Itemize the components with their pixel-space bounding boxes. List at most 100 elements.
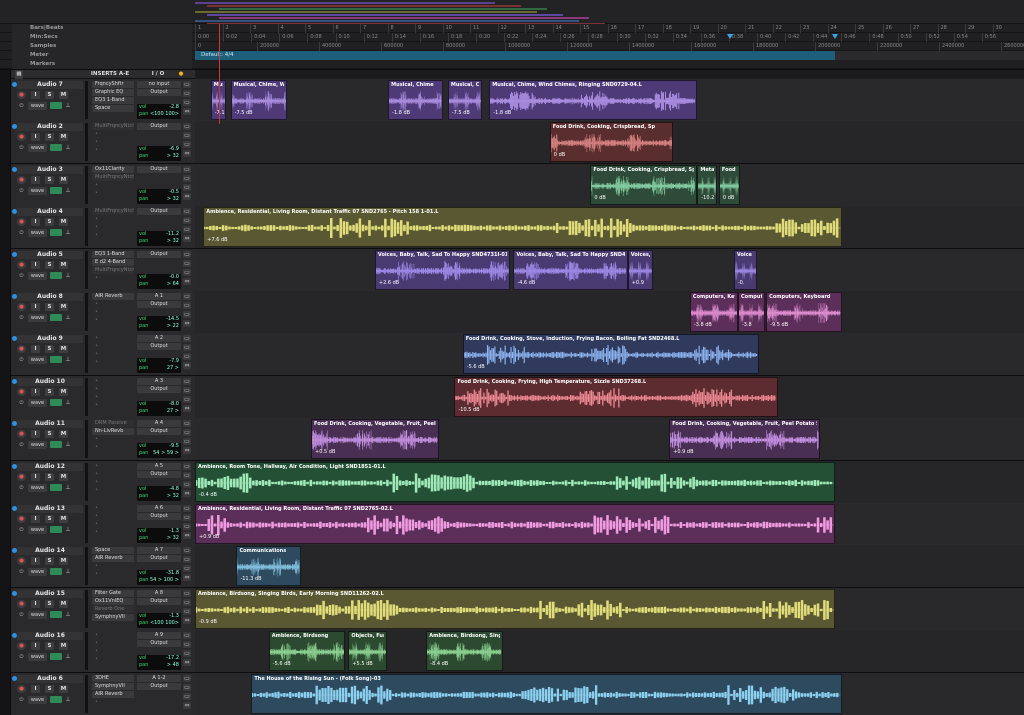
- window-icon[interactable]: ▭: [183, 523, 191, 530]
- input-monitor-button[interactable]: I: [31, 303, 40, 311]
- link-icon[interactable]: ⇔: [183, 235, 191, 243]
- link-icon[interactable]: ⇔: [183, 320, 191, 327]
- mute-button[interactable]: M: [59, 684, 68, 693]
- send-slot-icon[interactable]: ▭: [183, 589, 191, 597]
- clip-gain[interactable]: -11.3 dB: [240, 576, 261, 583]
- power-icon[interactable]: ⏻: [17, 187, 26, 195]
- track-height-toggle[interactable]: [50, 102, 62, 109]
- solo-button[interactable]: S: [45, 91, 54, 99]
- volume-readout[interactable]: vol -7.9: [137, 358, 181, 365]
- input-monitor-button[interactable]: I: [31, 133, 40, 142]
- clip-gain[interactable]: +0.9 dB: [673, 449, 693, 456]
- link-icon[interactable]: ⇔: [183, 659, 191, 667]
- input-monitor-button[interactable]: I: [31, 260, 40, 269]
- insert-slot[interactable]: •: [92, 521, 134, 528]
- pan-readout[interactable]: pan > 64: [137, 281, 181, 288]
- ruler-ticks[interactable]: 0 200000 400000 600000 800000 1000000 1200000 1…: [195, 42, 1024, 51]
- volume-pan-display[interactable]: vol -14.5 pan > 22: [137, 316, 181, 331]
- window-icon[interactable]: ▭: [183, 607, 191, 615]
- mute-button[interactable]: M: [59, 91, 68, 99]
- send-slot-icon[interactable]: ▭: [183, 683, 191, 691]
- track-header[interactable]: Audio 6 ● I S M ⏻ wave ⊥ 3DHE SymphnyVII AIR Rever…: [11, 672, 195, 715]
- power-icon[interactable]: ⏻: [17, 272, 26, 280]
- volume-pan-display[interactable]: vol -9.5 pan 54 > 59 >: [137, 443, 181, 459]
- solo-button[interactable]: S: [45, 599, 54, 608]
- track-view-selector[interactable]: wave: [28, 314, 47, 322]
- track-view-selector[interactable]: wave: [28, 229, 47, 238]
- ruler-min-secs[interactable]: Min:Secs 0:00 0:02 0:04 0:06 0:08 0:10 0:12 0:1…: [0, 33, 1024, 42]
- track-header[interactable]: Audio 9 ● I S M ⏻ wave ⊥ • • • • A 2 Output vol -7.9 pan…: [11, 333, 195, 376]
- window-icon[interactable]: ▭: [183, 99, 191, 106]
- solo-button[interactable]: S: [45, 260, 54, 269]
- pan-readout[interactable]: pan > 48: [137, 662, 181, 669]
- track-name[interactable]: Audio 13: [17, 505, 83, 513]
- mute-button[interactable]: M: [59, 260, 68, 269]
- input-selector[interactable]: A 1: [137, 293, 181, 300]
- record-arm-button[interactable]: ●: [17, 684, 26, 693]
- insert-slot[interactable]: •: [92, 335, 134, 342]
- record-arm-button[interactable]: ●: [17, 345, 26, 354]
- track-header[interactable]: Audio 4 ● I S M ⏻ wave ⊥ MultiFrqncyNtch • • • Outpu…: [11, 206, 195, 249]
- clip-gain[interactable]: -4.6 dB: [517, 280, 535, 287]
- record-arm-button[interactable]: ●: [17, 515, 26, 523]
- record-arm-button[interactable]: ●: [17, 387, 26, 396]
- track-playlist-lane[interactable]: Food Drink, Cooking, Frying, High Temper…: [195, 375, 1024, 418]
- clip-gain[interactable]: 0 dB: [723, 195, 734, 202]
- track-playlist-lane[interactable]: Food Drink, Cooking, Stove, Induction, F…: [195, 333, 1024, 376]
- audio-clip[interactable]: Food Drink, Cooking, Vegetable, Fruit, P…: [669, 419, 821, 460]
- pan-readout[interactable]: pan > 22: [137, 323, 181, 330]
- record-arm-button[interactable]: ●: [17, 557, 26, 566]
- power-icon[interactable]: ⏻: [17, 441, 26, 449]
- solo-button[interactable]: S: [45, 430, 54, 439]
- automation-lane-icon[interactable]: ⊥: [64, 102, 72, 110]
- input-monitor-button[interactable]: I: [31, 175, 40, 184]
- insert-slot[interactable]: SymphnyVII: [92, 613, 134, 621]
- volume-readout[interactable]: vol -31.8: [137, 570, 181, 577]
- track-header[interactable]: Audio 12 ● I S M ⏻ wave ⊥ • • • • A 5 Output vol -4.8 pa…: [11, 460, 195, 503]
- send-slot-icon[interactable]: ▭: [183, 259, 191, 267]
- automation-lane-icon[interactable]: ⊥: [64, 441, 72, 449]
- volume-pan-display[interactable]: vol -4.8 pan > 32: [137, 485, 181, 501]
- track-playlist-lane[interactable]: Computers, Key -3.8 dB Compute -3.8 Computer…: [195, 291, 1024, 333]
- track-height-toggle[interactable]: [50, 186, 62, 194]
- input-selector[interactable]: A 1-2: [137, 674, 181, 682]
- solo-button[interactable]: S: [45, 557, 54, 566]
- input-monitor-button[interactable]: I: [31, 599, 40, 608]
- input-monitor-button[interactable]: I: [31, 218, 40, 227]
- output-selector[interactable]: Output: [137, 385, 181, 393]
- inserts-header[interactable]: INSERTS A-E: [89, 70, 131, 79]
- clip-gain[interactable]: +7.6 dB: [207, 237, 227, 244]
- send-slot-icon[interactable]: ▭: [183, 123, 191, 131]
- volume-pan-display[interactable]: vol -1.3 pan > 32: [137, 528, 181, 543]
- track-playlist-lane[interactable]: Food Drink, Cooking, Crispbread, Spr 0 dB…: [195, 163, 1024, 206]
- power-icon[interactable]: ⏻: [17, 229, 26, 237]
- output-selector[interactable]: Output: [137, 208, 181, 216]
- automation-lane-icon[interactable]: ⊥: [64, 653, 72, 661]
- send-slot-icon[interactable]: ▭: [183, 556, 191, 564]
- track-header[interactable]: Audio 7 ● I S M ⏻ wave ⊥ FrqncyShftr Graphic EQ EQ…: [11, 79, 195, 121]
- track-name[interactable]: Audio 16: [17, 632, 83, 641]
- insert-slot[interactable]: •: [92, 436, 134, 443]
- track-name[interactable]: Audio 14: [17, 547, 83, 556]
- send-slot-icon[interactable]: ▭: [183, 386, 191, 394]
- track-header[interactable]: Audio 11 ● I S M ⏻ wave ⊥ DRM Passive Nn-LivRevb •…: [11, 418, 195, 461]
- insert-slot[interactable]: •: [92, 131, 134, 138]
- record-arm-button[interactable]: ●: [17, 91, 26, 99]
- record-arm-button[interactable]: ●: [17, 599, 26, 608]
- track-view-selector[interactable]: wave: [28, 695, 47, 704]
- marker-track[interactable]: [195, 60, 1024, 69]
- meter-event[interactable]: Default: 4/4: [195, 51, 835, 60]
- insert-slot[interactable]: •: [92, 232, 134, 239]
- track-name[interactable]: Audio 9: [17, 335, 83, 344]
- power-icon[interactable]: ⏻: [17, 144, 26, 152]
- ruler-bars-beats[interactable]: Bars|Beats 1 2 3 4 5 6 7 8 9 10 11 12 13 14 15 16 17 18 19…: [0, 24, 1024, 33]
- insert-slot[interactable]: AIR Reverb: [92, 690, 134, 698]
- send-slot-icon[interactable]: ▭: [183, 598, 191, 606]
- insert-slot[interactable]: Nn-LivRevb: [92, 428, 134, 436]
- solo-button[interactable]: S: [45, 642, 54, 651]
- audio-clip[interactable]: Ambience, Residential, Living Room, Dist…: [195, 504, 835, 544]
- track-header[interactable]: Audio 2 ● I S M ⏻ wave ⊥ MultiFrqncyNtch • • • Outpu…: [11, 121, 195, 164]
- clip-gain[interactable]: -8.4 dB: [430, 661, 448, 668]
- volume-pan-display[interactable]: vol -17.2 pan > 48: [137, 655, 181, 671]
- insert-slot[interactable]: •: [92, 529, 134, 536]
